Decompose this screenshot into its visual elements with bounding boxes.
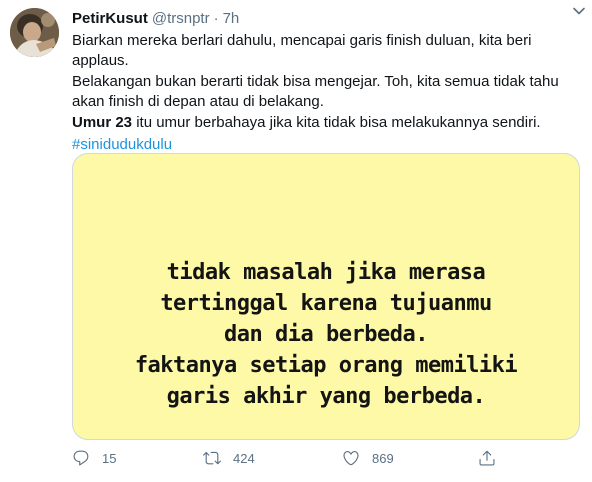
tweet-content: PetirKusut @trsnptr · 7h Biarkan mereka … [72,9,580,155]
chevron-down-icon [573,7,585,15]
retweet-icon [203,451,221,465]
like-count: 869 [372,450,394,466]
heart-icon [343,451,359,466]
tweet-paragraph-2: Belakangan bukan berarti tidak bisa meng… [72,73,559,110]
share-button[interactable] [478,449,496,467]
like-button[interactable]: 869 [342,449,394,467]
quote-line: faktanya setiap orang memiliki [134,353,518,378]
tweet-actions: 15 424 869 [72,449,502,473]
hashtag-link[interactable]: #sinidudukdulu [72,135,572,155]
bold-text: Umur 23 [72,114,133,132]
avatar-photo [10,8,59,57]
reply-count: 15 [102,450,117,466]
avatar[interactable] [10,8,59,57]
quote-line: dan dia berbeda. [224,322,428,347]
share-icon [479,450,495,466]
image-quote-text: tidak masalah jika merasa tertinggal kar… [73,257,579,412]
quote-line: garis akhir yang berbeda. [166,384,486,409]
retweet-count: 424 [233,450,255,466]
tweet-text: Biarkan mereka berlari dahulu, mencapai … [72,31,572,155]
timestamp[interactable]: 7h [223,9,240,29]
tweet-paragraph-1: Biarkan mereka berlari dahulu, mencapai … [72,32,532,69]
tweet-image[interactable]: tidak masalah jika merasa tertinggal kar… [72,153,580,440]
reply-button[interactable]: 15 [72,449,116,467]
tweet-header: PetirKusut @trsnptr · 7h [72,9,580,29]
separator-dot: · [213,10,219,27]
tweet[interactable]: PetirKusut @trsnptr · 7h Biarkan mereka … [0,0,592,482]
quote-line: tertinggal karena tujuanmu [160,291,492,316]
paragraph-3-text: itu umur berbahaya jika kita tidak bisa … [132,114,541,132]
retweet-button[interactable]: 424 [203,449,255,467]
quote-line: tidak masalah jika merasa [166,260,486,285]
more-options-button[interactable] [568,0,590,22]
tweet-paragraph-3: Umur 23 itu umur berbahaya jika kita tid… [72,113,572,133]
user-handle[interactable]: @trsnptr [152,9,210,29]
reply-icon [73,450,89,466]
display-name[interactable]: PetirKusut [72,9,148,29]
